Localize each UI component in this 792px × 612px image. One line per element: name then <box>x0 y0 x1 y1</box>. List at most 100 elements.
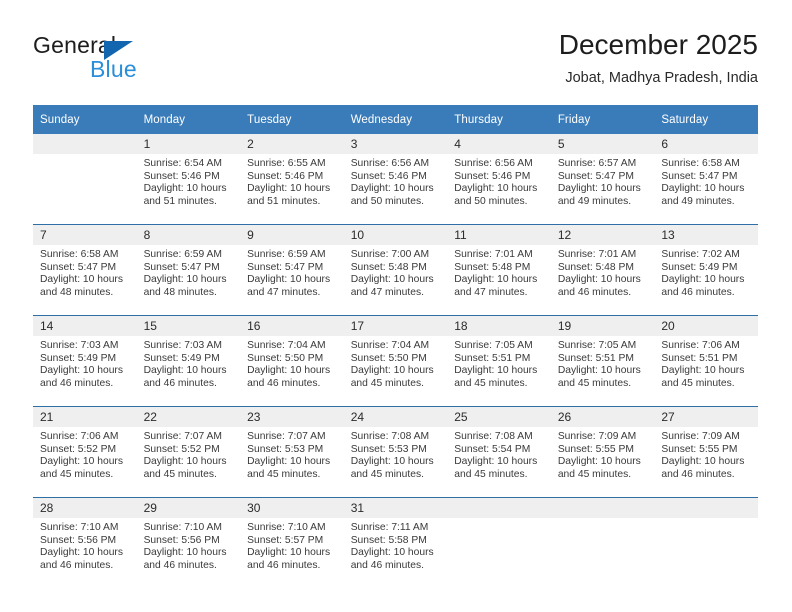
calendar-day-cell[interactable]: 15 Sunrise: 7:03 AM Sunset: 5:49 PM Dayligh… <box>136 315 241 407</box>
day-details: Sunrise: 6:54 AM Sunset: 5:46 PM Daylight:… <box>137 154 241 208</box>
day-number: 31 <box>343 498 448 518</box>
day-number: 19 <box>550 316 655 336</box>
sunset-time: Sunset: 5:47 PM <box>247 261 324 273</box>
sunset-time: Sunset: 5:57 PM <box>247 534 324 546</box>
weekday-header-friday: Friday <box>550 105 655 134</box>
day-details: Sunrise: 6:57 AM Sunset: 5:47 PM Daylight:… <box>551 154 655 208</box>
sunrise-time: Sunrise: 7:01 AM <box>454 249 533 260</box>
daylight-duration: Daylight: 10 hours and 51 minutes. <box>143 183 227 207</box>
calendar-day-cell[interactable]: 10 Sunrise: 7:00 AM Sunset: 5:48 PM Dayligh… <box>343 224 448 316</box>
daylight-duration: Daylight: 10 hours and 46 minutes. <box>661 456 745 480</box>
weekday-header-sunday: Sunday <box>33 105 137 134</box>
sunset-time: Sunset: 5:56 PM <box>40 534 117 546</box>
day-details: Sunrise: 7:04 AM Sunset: 5:50 PM Daylight:… <box>240 336 344 390</box>
calendar-day-cell[interactable]: 3 Sunrise: 6:56 AM Sunset: 5:46 PM Daylight… <box>343 134 448 225</box>
weekday-header-thursday: Thursday <box>447 105 551 134</box>
calendar-day-cell[interactable]: 31 Sunrise: 7:11 AM Sunset: 5:58 PM Dayligh… <box>343 497 448 588</box>
day-details: Sunrise: 7:01 AM Sunset: 5:48 PM Daylight:… <box>447 245 551 299</box>
calendar-day-cell[interactable]: 28 Sunrise: 7:10 AM Sunset: 5:56 PM Dayligh… <box>33 497 137 588</box>
sunset-time: Sunset: 5:46 PM <box>247 170 324 182</box>
calendar-day-cell[interactable]: 9 Sunrise: 6:59 AM Sunset: 5:47 PM Daylight… <box>240 224 344 316</box>
sunrise-time: Sunrise: 6:58 AM <box>661 158 740 169</box>
calendar-day-cell[interactable]: 11 Sunrise: 7:01 AM Sunset: 5:48 PM Dayligh… <box>447 224 551 316</box>
calendar-day-cell[interactable]: 27 Sunrise: 7:09 AM Sunset: 5:55 PM Dayligh… <box>654 406 758 498</box>
brand-logo[interactable]: General Blue <box>33 32 263 90</box>
day-number <box>33 134 137 154</box>
weekday-header-tuesday: Tuesday <box>240 105 344 134</box>
day-number: 1 <box>136 134 241 154</box>
day-details: Sunrise: 7:06 AM Sunset: 5:51 PM Daylight:… <box>654 336 758 390</box>
calendar-day-cell[interactable]: 22 Sunrise: 7:07 AM Sunset: 5:52 PM Dayligh… <box>136 406 241 498</box>
sunrise-time: Sunrise: 6:55 AM <box>247 158 326 169</box>
day-number: 16 <box>240 316 344 336</box>
calendar-day-cell[interactable]: 8 Sunrise: 6:59 AM Sunset: 5:47 PM Daylight… <box>136 224 241 316</box>
calendar-day-cell[interactable]: 7 Sunrise: 6:58 AM Sunset: 5:47 PM Daylight… <box>33 224 137 316</box>
calendar-table: Sunday Monday Tuesday Wednesday Thursday… <box>33 105 758 588</box>
sunrise-time: Sunrise: 7:09 AM <box>557 431 637 442</box>
calendar-day-cell[interactable]: 24 Sunrise: 7:08 AM Sunset: 5:53 PM Dayligh… <box>343 406 448 498</box>
calendar-day-cell[interactable]: 14 Sunrise: 7:03 AM Sunset: 5:49 PM Dayligh… <box>33 315 137 407</box>
calendar-day-cell-empty <box>550 497 655 588</box>
sunrise-time: Sunrise: 7:11 AM <box>350 522 429 533</box>
daylight-duration: Daylight: 10 hours and 47 minutes. <box>350 274 434 298</box>
sunset-time: Sunset: 5:55 PM <box>557 443 634 455</box>
day-number: 27 <box>654 407 758 427</box>
day-number: 29 <box>136 498 241 518</box>
calendar-day-cell[interactable]: 25 Sunrise: 7:08 AM Sunset: 5:54 PM Dayligh… <box>447 406 551 498</box>
sunset-time: Sunset: 5:46 PM <box>454 170 531 182</box>
calendar-body: 1 Sunrise: 6:54 AM Sunset: 5:46 PM Daylight… <box>33 134 758 588</box>
sunset-time: Sunset: 5:47 PM <box>143 261 220 273</box>
sunset-time: Sunset: 5:49 PM <box>661 261 738 273</box>
day-details: Sunrise: 6:59 AM Sunset: 5:47 PM Daylight:… <box>240 245 344 299</box>
sunset-time: Sunset: 5:47 PM <box>557 170 634 182</box>
daylight-duration: Daylight: 10 hours and 46 minutes. <box>557 274 641 298</box>
calendar-day-cell[interactable]: 4 Sunrise: 6:56 AM Sunset: 5:46 PM Daylight… <box>447 134 551 225</box>
sunrise-time: Sunrise: 7:09 AM <box>661 431 740 442</box>
calendar-day-cell[interactable]: 13 Sunrise: 7:02 AM Sunset: 5:49 PM Dayligh… <box>654 224 758 316</box>
day-details: Sunrise: 7:07 AM Sunset: 5:52 PM Daylight:… <box>137 427 241 481</box>
daylight-duration: Daylight: 10 hours and 46 minutes. <box>661 274 745 298</box>
calendar-day-cell[interactable]: 2 Sunrise: 6:55 AM Sunset: 5:46 PM Daylight… <box>240 134 344 225</box>
calendar-day-cell[interactable]: 26 Sunrise: 7:09 AM Sunset: 5:55 PM Dayligh… <box>550 406 655 498</box>
sunset-time: Sunset: 5:46 PM <box>143 170 220 182</box>
calendar-day-cell[interactable]: 19 Sunrise: 7:05 AM Sunset: 5:51 PM Dayligh… <box>550 315 655 407</box>
day-details: Sunrise: 7:10 AM Sunset: 5:57 PM Daylight:… <box>240 518 344 572</box>
day-number: 3 <box>343 134 448 154</box>
daylight-duration: Daylight: 10 hours and 45 minutes. <box>40 456 123 480</box>
sunrise-time: Sunrise: 7:10 AM <box>247 522 326 533</box>
day-number: 26 <box>550 407 655 427</box>
calendar-day-cell[interactable]: 16 Sunrise: 7:04 AM Sunset: 5:50 PM Dayligh… <box>240 315 344 407</box>
day-number: 9 <box>240 225 344 245</box>
sunrise-time: Sunrise: 6:57 AM <box>557 158 637 169</box>
day-details: Sunrise: 7:05 AM Sunset: 5:51 PM Daylight:… <box>551 336 655 390</box>
day-number: 25 <box>447 407 551 427</box>
day-number <box>654 498 758 518</box>
title-block: December 2025 Jobat, Madhya Pradesh, Ind… <box>559 28 758 88</box>
day-number: 22 <box>136 407 241 427</box>
sunset-time: Sunset: 5:48 PM <box>557 261 634 273</box>
day-details: Sunrise: 7:03 AM Sunset: 5:49 PM Daylight:… <box>137 336 241 390</box>
brand-name-blue: Blue <box>90 56 137 82</box>
calendar-day-cell[interactable]: 1 Sunrise: 6:54 AM Sunset: 5:46 PM Daylight… <box>136 134 241 225</box>
day-details: Sunrise: 7:09 AM Sunset: 5:55 PM Daylight:… <box>551 427 655 481</box>
calendar-day-cell[interactable]: 20 Sunrise: 7:06 AM Sunset: 5:51 PM Dayligh… <box>654 315 758 407</box>
day-details: Sunrise: 7:10 AM Sunset: 5:56 PM Daylight:… <box>137 518 241 572</box>
day-number: 21 <box>33 407 137 427</box>
weekday-header-row: Sunday Monday Tuesday Wednesday Thursday… <box>33 105 758 134</box>
calendar-day-cell[interactable]: 5 Sunrise: 6:57 AM Sunset: 5:47 PM Daylight… <box>550 134 655 225</box>
calendar-day-cell[interactable]: 12 Sunrise: 7:01 AM Sunset: 5:48 PM Dayligh… <box>550 224 655 316</box>
calendar-day-cell[interactable]: 18 Sunrise: 7:05 AM Sunset: 5:51 PM Dayligh… <box>447 315 551 407</box>
daylight-duration: Daylight: 10 hours and 45 minutes. <box>557 456 641 480</box>
calendar-day-cell[interactable]: 6 Sunrise: 6:58 AM Sunset: 5:47 PM Daylight… <box>654 134 758 225</box>
calendar-day-cell-empty <box>654 497 758 588</box>
calendar-day-cell[interactable]: 30 Sunrise: 7:10 AM Sunset: 5:57 PM Dayligh… <box>240 497 344 588</box>
sunrise-time: Sunrise: 7:06 AM <box>661 340 740 351</box>
calendar-day-cell[interactable]: 21 Sunrise: 7:06 AM Sunset: 5:52 PM Dayligh… <box>33 406 137 498</box>
day-number: 24 <box>343 407 448 427</box>
sunrise-time: Sunrise: 7:00 AM <box>350 249 430 260</box>
sunrise-time: Sunrise: 7:05 AM <box>454 340 533 351</box>
calendar-day-cell[interactable]: 23 Sunrise: 7:07 AM Sunset: 5:53 PM Dayligh… <box>240 406 344 498</box>
calendar-day-cell[interactable]: 29 Sunrise: 7:10 AM Sunset: 5:56 PM Dayligh… <box>136 497 241 588</box>
day-details: Sunrise: 7:06 AM Sunset: 5:52 PM Daylight:… <box>33 427 137 481</box>
calendar-day-cell[interactable]: 17 Sunrise: 7:04 AM Sunset: 5:50 PM Dayligh… <box>343 315 448 407</box>
